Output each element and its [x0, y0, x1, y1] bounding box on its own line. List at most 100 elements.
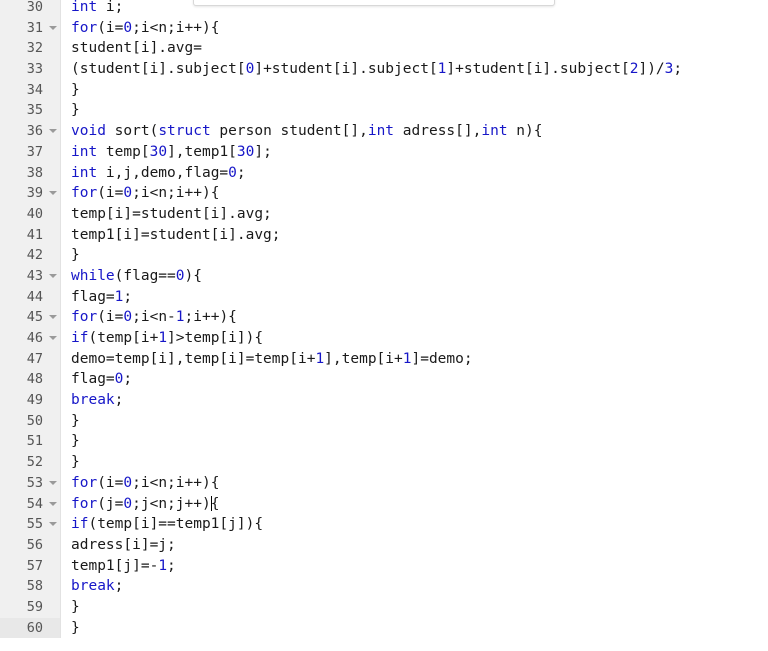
code-text[interactable]: } — [64, 245, 768, 266]
code-line[interactable]: 31 for(i=0;i<n;i++){ — [0, 17, 768, 39]
code-line[interactable]: 32 student[i].avg= — [0, 38, 768, 60]
code-text[interactable]: for(i=0;i<n;i++){ — [64, 183, 768, 204]
line-number: 52 — [0, 452, 47, 473]
code-line[interactable]: 35} — [0, 100, 768, 122]
code-token: ]+student[i].subject[ — [254, 61, 438, 78]
code-line[interactable]: 55 if(temp[i]==temp1[j]){ — [0, 514, 768, 535]
code-line[interactable]: 53 for(i=0;i<n;i++){ — [0, 472, 768, 494]
code-line[interactable]: 52} — [0, 452, 768, 473]
code-text[interactable]: adress[i]=j; — [64, 535, 768, 556]
code-text[interactable]: break; — [64, 576, 768, 597]
code-text[interactable]: } — [64, 452, 768, 473]
code-text[interactable]: temp1[j]=-1; — [64, 556, 768, 577]
code-text[interactable]: while(flag==0){ — [64, 266, 768, 287]
keyword-token: void — [71, 123, 106, 140]
chevron-down-icon — [49, 25, 57, 30]
code-token: } — [71, 412, 80, 429]
code-line[interactable]: 44 flag=1; — [0, 286, 768, 308]
code-line[interactable]: 46 if(temp[i+1]>temp[i]){ — [0, 328, 768, 349]
code-text[interactable]: } — [64, 80, 768, 101]
keyword-token: int — [71, 164, 98, 181]
line-number: 43 — [0, 265, 47, 287]
fold-toggle[interactable] — [47, 17, 60, 39]
code-text[interactable]: } — [64, 100, 768, 121]
fold-toggle[interactable] — [47, 183, 60, 204]
line-number: 60 — [0, 617, 47, 639]
code-text[interactable]: for(j=0;j<n;j++){ — [64, 494, 768, 515]
line-number: 55 — [0, 514, 47, 535]
line-number: 58 — [0, 576, 47, 597]
fold-toggle[interactable] — [47, 472, 60, 494]
code-line[interactable]: 42} — [0, 245, 768, 266]
code-line[interactable]: 39 for(i=0;i<n;i++){ — [0, 183, 768, 204]
code-token: ;i<n- — [132, 309, 176, 326]
code-token: } — [71, 454, 80, 471]
line-number: 30 — [0, 0, 47, 18]
fold-toggle[interactable] — [47, 493, 60, 515]
code-text[interactable]: if(temp[i]==temp1[j]){ — [64, 514, 768, 535]
code-text[interactable]: break; — [64, 390, 768, 411]
code-line[interactable]: 50} — [0, 410, 768, 432]
code-text[interactable]: for(i=0;i<n;i++){ — [64, 18, 768, 39]
keyword-token: struct — [158, 123, 211, 140]
fold-spacer — [47, 141, 60, 163]
fold-toggle[interactable] — [47, 121, 60, 142]
code-line[interactable]: 33 (student[i].subject[0]+student[i].subj… — [0, 59, 768, 80]
code-editor[interactable]: 30 int i; 31 for(i=0;i<n;i++){32 student[i].… — [0, 0, 768, 651]
fold-spacer — [47, 0, 60, 18]
code-text[interactable]: } — [64, 431, 768, 452]
fold-toggle[interactable] — [47, 265, 60, 287]
code-text[interactable]: } — [64, 411, 768, 432]
code-text[interactable]: flag=0; — [64, 369, 768, 390]
code-line[interactable]: 47 demo=temp[i],temp[i]=temp[i+1],temp[i+… — [0, 348, 768, 370]
code-text[interactable]: for(i=0;i<n;i++){ — [64, 473, 768, 494]
code-text[interactable]: if(temp[i+1]>temp[i]){ — [64, 328, 768, 349]
code-line[interactable]: 54 for(j=0;j<n;j++){ — [0, 493, 768, 515]
code-line[interactable]: 43 while(flag==0){ — [0, 265, 768, 287]
code-token: temp1[j]=- — [71, 557, 159, 574]
code-text[interactable]: temp1[i]=student[i].avg; — [64, 225, 768, 246]
keyword-token: if — [71, 330, 89, 346]
code-line[interactable]: 57 temp1[j]=-1; — [0, 555, 768, 577]
code-token: } — [71, 81, 80, 98]
line-number: 45 — [0, 307, 47, 328]
fold-toggle[interactable] — [47, 514, 60, 535]
code-line[interactable]: 49 break; — [0, 390, 768, 411]
code-text[interactable]: int i,j,demo,flag=0; — [64, 163, 768, 184]
code-text[interactable]: temp[i]=student[i].avg; — [64, 204, 768, 225]
code-text[interactable]: flag=1; — [64, 287, 768, 308]
code-line[interactable]: 45 for(i=0;i<n-1;i++){ — [0, 307, 768, 328]
code-line[interactable]: 37 int temp[30],temp1[30]; — [0, 141, 768, 163]
code-line[interactable]: 34} — [0, 79, 768, 101]
code-text[interactable]: void sort(struct person student[],int ad… — [64, 121, 768, 142]
code-line[interactable]: 56 adress[i]=j; — [0, 534, 768, 556]
code-line[interactable]: 41 temp1[i]=student[i].avg; — [0, 224, 768, 246]
line-number: 53 — [0, 472, 47, 494]
keyword-token: int — [71, 0, 98, 15]
code-text[interactable]: int temp[30],temp1[30]; — [64, 142, 768, 163]
code-text[interactable]: demo=temp[i],temp[i]=temp[i+1],temp[i+1]… — [64, 349, 768, 370]
chevron-down-icon — [49, 501, 57, 506]
code-line[interactable]: 59} — [0, 596, 768, 618]
code-line[interactable]: 60} — [0, 617, 768, 639]
keyword-token: for — [71, 474, 98, 491]
fold-spacer — [47, 245, 60, 266]
fold-toggle[interactable] — [47, 328, 60, 349]
code-text[interactable]: } — [64, 597, 768, 618]
code-line[interactable]: 36 void sort(struct person student[],int … — [0, 121, 768, 142]
floating-panel[interactable] — [193, 0, 555, 6]
code-text[interactable]: } — [64, 618, 768, 639]
code-line[interactable]: 48 flag=0; — [0, 369, 768, 391]
code-text[interactable]: for(i=0;i<n-1;i++){ — [64, 307, 768, 328]
number-token: 0 — [123, 185, 133, 202]
line-number: 39 — [0, 183, 47, 204]
code-token: ; — [167, 557, 176, 574]
code-line[interactable]: 58 break; — [0, 576, 768, 597]
code-text[interactable]: (student[i].subject[0]+student[i].subjec… — [64, 59, 768, 80]
fold-toggle[interactable] — [47, 307, 60, 328]
code-text[interactable]: student[i].avg= — [64, 38, 768, 59]
code-line[interactable]: 38 int i,j,demo,flag=0; — [0, 162, 768, 184]
code-token: } — [71, 619, 80, 636]
code-line[interactable]: 51} — [0, 431, 768, 453]
code-line[interactable]: 40 temp[i]=student[i].avg; — [0, 203, 768, 225]
